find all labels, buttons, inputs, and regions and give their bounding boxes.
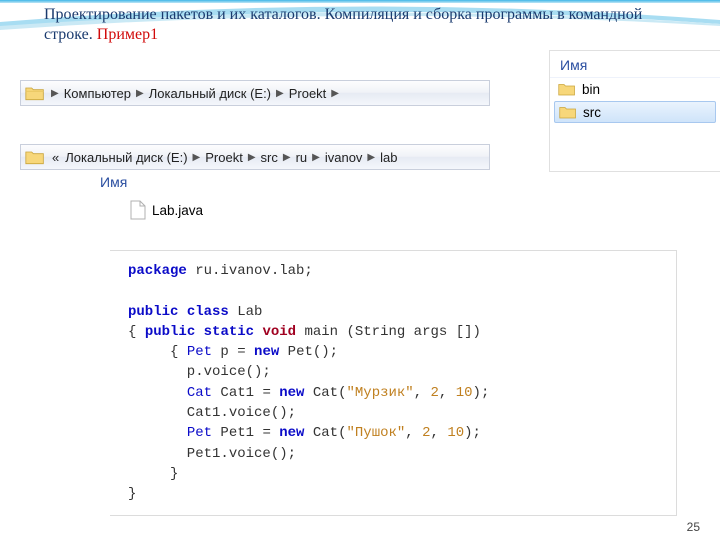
folder-icon [25,84,45,102]
page-number: 25 [687,520,700,534]
crumb[interactable]: Локальный диск (E:) [146,86,274,101]
file-label: Lab.java [152,203,203,218]
breadcrumb-proekt[interactable]: ▶ Компьютер ▶ Локальный диск (E:) ▶ Proe… [20,80,490,106]
slide-title: Проектирование пакетов и их каталогов. К… [44,5,644,45]
folder-label: bin [582,82,600,97]
crumb[interactable]: Proekt [202,150,246,165]
column-header-name[interactable]: Имя [550,51,720,78]
chevron-right-icon: ▶ [191,152,203,163]
folder-label: src [583,105,601,120]
crumb[interactable]: lab [377,150,400,165]
crumb[interactable]: Компьютер [61,86,134,101]
chevron-right-icon: ▶ [246,152,258,163]
code-listing: package ru.ivanov.lab; public class Lab … [110,250,677,516]
crumb[interactable]: ru [293,150,311,165]
chevron-right-icon: ▶ [310,152,322,163]
folder-icon [559,104,577,120]
column-header-name[interactable]: Имя [100,174,127,190]
folder-icon [25,148,45,166]
chevron-right-icon: ▶ [365,152,377,163]
title-example: Пример1 [97,26,158,43]
folder-row-bin[interactable]: bin [550,78,720,100]
crumb[interactable]: ivanov [322,150,366,165]
chevron-right-icon: ▶ [134,88,146,99]
chevron-right-icon: ▶ [281,152,293,163]
breadcrumb-lab[interactable]: « Локальный диск (E:) ▶ Proekt ▶ src ▶ r… [20,144,490,170]
folder-row-src[interactable]: src [554,101,716,123]
crumb[interactable]: Proekt [286,86,330,101]
crumb[interactable]: Локальный диск (E:) [62,150,190,165]
file-row-labjava[interactable]: Lab.java [130,200,203,220]
overflow-indicator[interactable]: « [49,150,62,165]
file-icon [130,200,146,220]
crumb[interactable]: src [258,150,281,165]
chevron-right-icon: ▶ [274,88,286,99]
chevron-right-icon: ▶ [329,88,341,99]
folder-panel: Имя bin src [549,50,720,172]
folder-icon [558,81,576,97]
chevron-right-icon: ▶ [49,88,61,99]
